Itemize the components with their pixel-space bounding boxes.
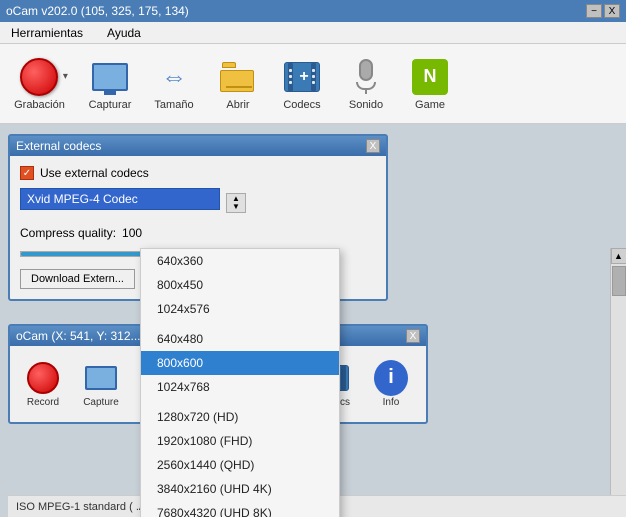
record-icon [19, 57, 59, 97]
external-codecs-title-bar: External codecs X [10, 136, 386, 156]
dropdown-item-1920x1080[interactable]: 1920x1080 (FHD) [141, 429, 339, 453]
ocam-dialog-title: oCam (X: 541, Y: 312...) [16, 329, 145, 343]
tamano-button[interactable]: ⇔ Tamaño [144, 50, 204, 118]
game-button[interactable]: N Game [400, 50, 460, 118]
dropdown-item-3840x2160[interactable]: 3840x2160 (UHD 4K) [141, 477, 339, 501]
close-button[interactable]: X [604, 4, 620, 18]
dropdown-item-800x450[interactable]: 800x450 [141, 273, 339, 297]
menu-ayuda[interactable]: Ayuda [100, 23, 148, 43]
resize-icon: ⇔ [154, 57, 194, 97]
codecs-button[interactable]: + Codecs [272, 50, 332, 118]
quality-label: Compress quality: [20, 226, 116, 240]
dropdown-item-1024x576[interactable]: 1024x576 [141, 297, 339, 321]
grabacion-dropdown-arrow[interactable]: ▾ [63, 71, 68, 82]
codec-scroll-buttons[interactable]: ▲ ▼ [226, 193, 246, 213]
sonido-button[interactable]: Sonido [336, 50, 396, 118]
ocam-capture-icon [84, 361, 118, 395]
mic-icon [346, 57, 386, 97]
ocam-info-button[interactable]: i Info [364, 354, 418, 414]
quality-row: Compress quality: 100 [20, 226, 376, 240]
size-dropdown-menu: 640x360 800x450 1024x576 640x480 800x600… [140, 248, 340, 517]
codecs-label: Codecs [283, 99, 320, 111]
capturar-button[interactable]: Capturar [80, 50, 140, 118]
abrir-label: Abrir [226, 99, 249, 111]
external-codecs-title: External codecs [16, 139, 101, 153]
grabacion-button[interactable]: Grabación ▾ [6, 50, 76, 118]
codecs-icon: + [282, 57, 322, 97]
ocam-info-label: Info [383, 397, 400, 408]
dropdown-item-7680x4320[interactable]: 7680x4320 (UHD 8K) [141, 501, 339, 517]
main-content: ▲ ▼ External codecs X ✓ Use external cod… [0, 124, 626, 517]
ocam-dialog-close-button[interactable]: X [406, 329, 420, 343]
codec-selector[interactable]: Xvid MPEG-4 Codec [20, 188, 220, 210]
codec-selector-row: Xvid MPEG-4 Codec ▲ ▼ [20, 188, 376, 218]
abrir-button[interactable]: Abrir [208, 50, 268, 118]
dropdown-item-1280x720[interactable]: 1280x720 (HD) [141, 405, 339, 429]
dropdown-item-1024x768[interactable]: 1024x768 [141, 375, 339, 399]
ocam-info-icon: i [374, 361, 408, 395]
download-extern-button[interactable]: Download Extern... [20, 269, 135, 289]
main-scrollbar[interactable]: ▲ ▼ [610, 248, 626, 517]
title-bar: oCam v202.0 (105, 325, 175, 134) − X [0, 0, 626, 22]
ocam-record-button[interactable]: Record [16, 354, 70, 414]
ocam-record-icon [26, 361, 60, 395]
menu-bar: Herramientas Ayuda [0, 22, 626, 44]
folder-open-icon [218, 57, 258, 97]
game-label: Game [415, 99, 445, 111]
sonido-label: Sonido [349, 99, 383, 111]
minimize-button[interactable]: − [586, 4, 602, 18]
game-icon: N [410, 57, 450, 97]
grabacion-label: Grabación [14, 99, 65, 111]
capturar-label: Capturar [89, 99, 132, 111]
quality-value: 100 [122, 226, 142, 240]
monitor-icon [90, 57, 130, 97]
ocam-record-label: Record [27, 397, 59, 408]
dropdown-item-640x480[interactable]: 640x480 [141, 327, 339, 351]
ocam-capture-label: Capture [83, 397, 119, 408]
use-external-checkbox[interactable]: ✓ [20, 166, 34, 180]
tamano-label: Tamaño [154, 99, 193, 111]
toolbar: Grabación ▾ Capturar ⇔ Tamaño Abrir [0, 44, 626, 124]
dropdown-item-2560x1440[interactable]: 2560x1440 (QHD) [141, 453, 339, 477]
menu-herramientas[interactable]: Herramientas [4, 23, 90, 43]
external-codecs-close-button[interactable]: X [366, 139, 380, 153]
dropdown-item-640x360[interactable]: 640x360 [141, 249, 339, 273]
scroll-thumb[interactable] [612, 266, 626, 296]
scroll-up-arrow[interactable]: ▲ [611, 248, 626, 264]
title-bar-buttons: − X [586, 4, 620, 18]
ocam-capture-button[interactable]: Capture [74, 354, 128, 414]
app-title: oCam v202.0 (105, 325, 175, 134) [6, 4, 189, 18]
use-external-row: ✓ Use external codecs [20, 166, 376, 180]
dropdown-item-800x600[interactable]: 800x600 [141, 351, 339, 375]
use-external-label: Use external codecs [40, 166, 149, 180]
